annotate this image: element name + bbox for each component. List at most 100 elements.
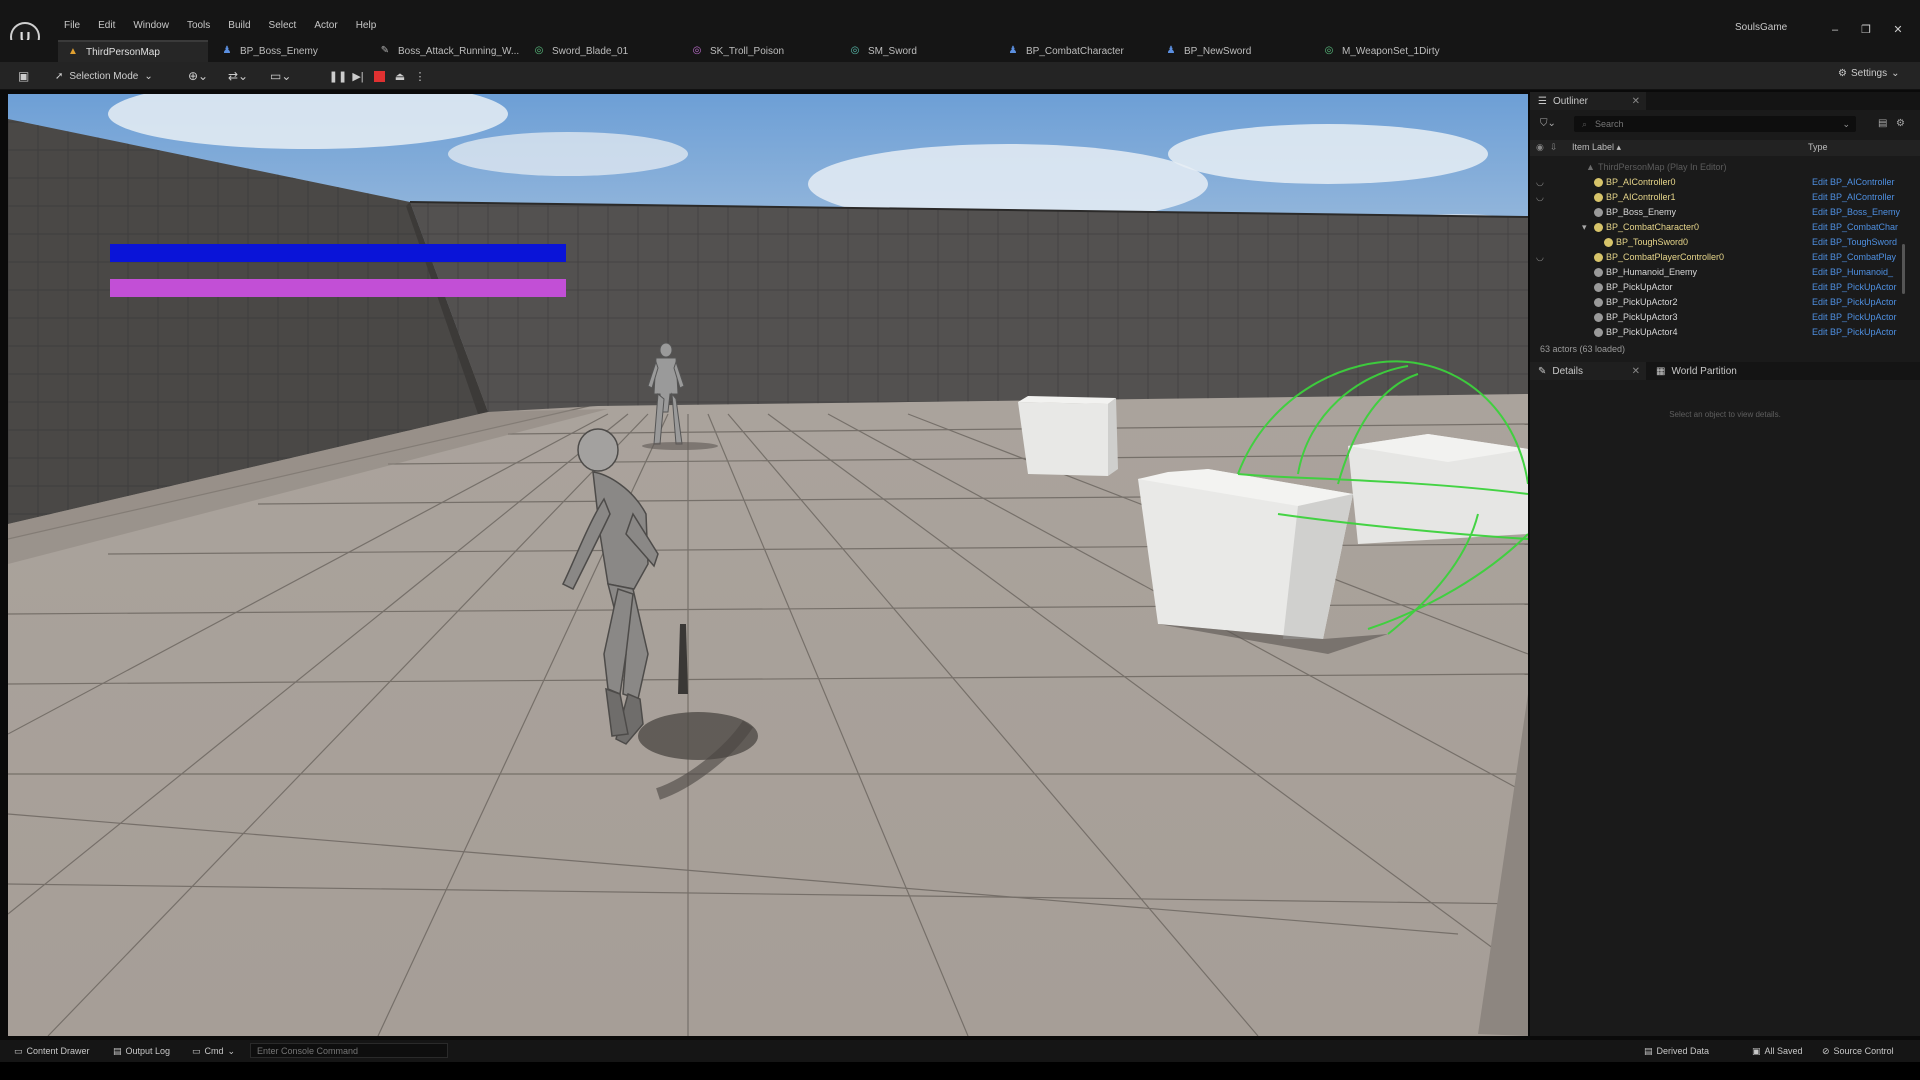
outliner-row[interactable]: BP_Boss_Enemy Edit BP_Boss_Enemy <box>1530 205 1920 220</box>
outliner-row-type-link[interactable]: Edit BP_CombatChar <box>1812 220 1902 235</box>
cmd-dropdown[interactable]: ▭ Cmd ⌄ <box>192 1044 235 1058</box>
minimize-button[interactable]: – <box>1825 22 1845 38</box>
visibility-eye-icon[interactable]: ◡ <box>1536 175 1544 190</box>
close-icon[interactable]: ✕ <box>1632 366 1640 377</box>
all-saved-button[interactable]: ▣ All Saved <box>1752 1044 1803 1058</box>
add-folder-icon[interactable]: ▤ <box>1878 118 1887 129</box>
outliner-row[interactable]: BP_Humanoid_Enemy Edit BP_Humanoid_ <box>1530 265 1920 280</box>
menu-help[interactable]: Help <box>347 20 386 32</box>
outliner-row-type-link[interactable]: Edit BP_PickUpActor <box>1812 295 1902 310</box>
content-drawer-label: Content Drawer <box>26 1046 90 1056</box>
menu-build[interactable]: Build <box>219 20 259 32</box>
close-icon[interactable]: ✕ <box>1632 96 1640 107</box>
details-tab-label: Details <box>1552 365 1583 377</box>
outliner-row-type-link[interactable]: Edit BP_CombatPlay <box>1812 250 1902 265</box>
outliner-row-type-link[interactable]: Edit BP_ToughSword <box>1812 235 1902 250</box>
close-window-button[interactable]: ✕ <box>1888 22 1908 38</box>
tab-sk-troll-poison[interactable]: ◎ SK_Troll_Poison <box>682 40 842 62</box>
outliner-row-type-link[interactable]: Edit BP_PickUpActor <box>1812 325 1902 340</box>
expand-arrow-icon[interactable]: ▾ <box>1582 220 1587 235</box>
blueprint-menu-icon[interactable]: ⇄⌄ <box>228 68 248 84</box>
menu-edit[interactable]: Edit <box>89 20 124 32</box>
outliner-search-box[interactable]: ⌕ ⌄ <box>1574 116 1856 132</box>
settings-button[interactable]: ⚙ Settings ⌄ <box>1838 68 1900 79</box>
tab-sm-sword[interactable]: ◎ SM_Sword <box>840 40 1000 62</box>
outliner-row-label: BP_ToughSword0 <box>1616 237 1689 247</box>
outliner-row[interactable]: BP_PickUpActor3 Edit BP_PickUpActor <box>1530 310 1920 325</box>
cinematics-icon[interactable]: ▭⌄ <box>270 68 291 84</box>
content-drawer-button[interactable]: ▭ Content Drawer <box>14 1044 90 1058</box>
output-log-button[interactable]: ▤ Output Log <box>113 1044 170 1058</box>
source-control-button[interactable]: ⊘ Source Control <box>1822 1044 1894 1058</box>
col-item-label[interactable]: Item Label ▴ <box>1572 142 1621 153</box>
col-type[interactable]: Type <box>1808 142 1828 152</box>
tab-bp-newsword[interactable]: ♟ BP_NewSword <box>1156 40 1316 62</box>
tab-outliner[interactable]: ☰ Outliner ✕ <box>1530 92 1646 110</box>
tab-label: SM_Sword <box>868 45 917 57</box>
chevron-down-icon[interactable]: ⌄ <box>1842 119 1850 130</box>
tab-bp-boss-enemy[interactable]: ♟ BP_Boss_Enemy <box>212 40 372 62</box>
actor-icon <box>1594 268 1603 277</box>
outliner-row-type-link[interactable]: Edit BP_PickUpActor <box>1812 310 1902 325</box>
menu-file[interactable]: File <box>55 20 89 32</box>
outliner-status: 63 actors (63 loaded) <box>1540 344 1626 354</box>
level-viewport[interactable] <box>8 94 1528 1036</box>
outliner-row-type-link[interactable]: Edit BP_AIController <box>1812 190 1902 205</box>
outliner-row[interactable]: BP_ToughSword0 Edit BP_ToughSword <box>1530 235 1920 250</box>
console-command-input[interactable] <box>250 1043 448 1058</box>
actor-icon <box>1594 283 1603 292</box>
static-mesh-icon: ◎ <box>850 45 860 56</box>
add-actor-icon[interactable]: ⊕⌄ <box>188 68 208 84</box>
visibility-eye-icon[interactable]: ◡ <box>1536 190 1544 205</box>
gear-icon[interactable]: ⚙ <box>1896 118 1905 129</box>
outliner-row[interactable]: ◡ BP_AIController0 Edit BP_AIController <box>1530 175 1920 190</box>
save-icon[interactable]: ▣ <box>18 68 29 84</box>
eye-icon[interactable]: ◉ <box>1536 142 1544 153</box>
tab-boss-attack-running[interactable]: ✎ Boss_Attack_Running_W... <box>370 40 530 62</box>
outliner-row[interactable]: ◡ BP_CombatPlayerController0 Edit BP_Comba… <box>1530 250 1920 265</box>
outliner-search-input[interactable] <box>1595 119 1796 129</box>
chevron-down-icon: ⌄ <box>144 70 153 82</box>
tab-details[interactable]: ✎ Details ✕ <box>1530 362 1646 380</box>
outliner-root-row[interactable]: ▲ ThirdPersonMap (Play In Editor) <box>1530 160 1920 175</box>
outliner-scrollbar[interactable] <box>1902 244 1905 294</box>
step-frame-button[interactable]: ▶| <box>350 68 366 84</box>
game-scene <box>8 94 1528 1036</box>
pin-icon[interactable]: ⇩ <box>1550 142 1558 153</box>
tab-bp-combatcharacter[interactable]: ♟ BP_CombatCharacter <box>998 40 1158 62</box>
outliner-row-type-link[interactable]: Edit BP_Humanoid_ <box>1812 265 1902 280</box>
menu-select[interactable]: Select <box>260 20 306 32</box>
visibility-eye-icon[interactable]: ◡ <box>1536 250 1544 265</box>
outliner-icon: ☰ <box>1538 95 1547 107</box>
filter-icon[interactable]: ⛉⌄ <box>1540 118 1556 129</box>
menu-actor[interactable]: Actor <box>305 20 346 32</box>
tab-thirdpersonmap[interactable]: ▲ ThirdPersonMap <box>58 40 208 62</box>
eject-button[interactable]: ⏏ <box>392 68 408 84</box>
tab-m-weaponset[interactable]: ◎ M_WeaponSet_1Dirty <box>1314 40 1474 62</box>
output-log-label: Output Log <box>125 1046 171 1056</box>
outliner-row-type-link[interactable]: Edit BP_AIController <box>1812 175 1902 190</box>
world-partition-tab-label: World Partition <box>1671 365 1737 377</box>
stop-button[interactable] <box>371 68 387 84</box>
more-options-button[interactable]: ⋮ <box>412 68 428 84</box>
document-tab-bar: ▲ ThirdPersonMap ♟ BP_Boss_Enemy ✎ Boss_… <box>0 40 1920 62</box>
menu-tools[interactable]: Tools <box>178 20 219 32</box>
outliner-row[interactable]: ◡ BP_AIController1 Edit BP_AIController <box>1530 190 1920 205</box>
selection-mode-dropdown[interactable]: ➚ Selection Mode ⌄ <box>55 68 153 84</box>
outliner-row-type-link[interactable]: Edit BP_Boss_Enemy <box>1812 205 1902 220</box>
actor-icon <box>1604 238 1613 247</box>
outliner-row[interactable]: BP_PickUpActor Edit BP_PickUpActor <box>1530 280 1920 295</box>
tab-sword-blade[interactable]: ◎ Sword_Blade_01 <box>524 40 684 62</box>
menu-window[interactable]: Window <box>124 20 178 32</box>
outliner-row-type-link[interactable]: Edit BP_PickUpActor <box>1812 280 1902 295</box>
outliner-row[interactable]: ▾ BP_CombatCharacter0 Edit BP_CombatChar <box>1530 220 1920 235</box>
pause-icon: ❚❚ <box>328 70 348 83</box>
tab-world-partition[interactable]: ▦ World Partition <box>1648 362 1788 380</box>
outliner-row-label: BP_CombatPlayerController0 <box>1606 252 1725 262</box>
actor-icon <box>1594 223 1603 232</box>
maximize-button[interactable]: ❐ <box>1856 22 1876 38</box>
derived-data-button[interactable]: ▤ Derived Data <box>1644 1044 1709 1058</box>
outliner-row[interactable]: BP_PickUpActor4 Edit BP_PickUpActor <box>1530 325 1920 340</box>
pause-button[interactable]: ❚❚ <box>328 68 348 84</box>
outliner-row[interactable]: BP_PickUpActor2 Edit BP_PickUpActor <box>1530 295 1920 310</box>
